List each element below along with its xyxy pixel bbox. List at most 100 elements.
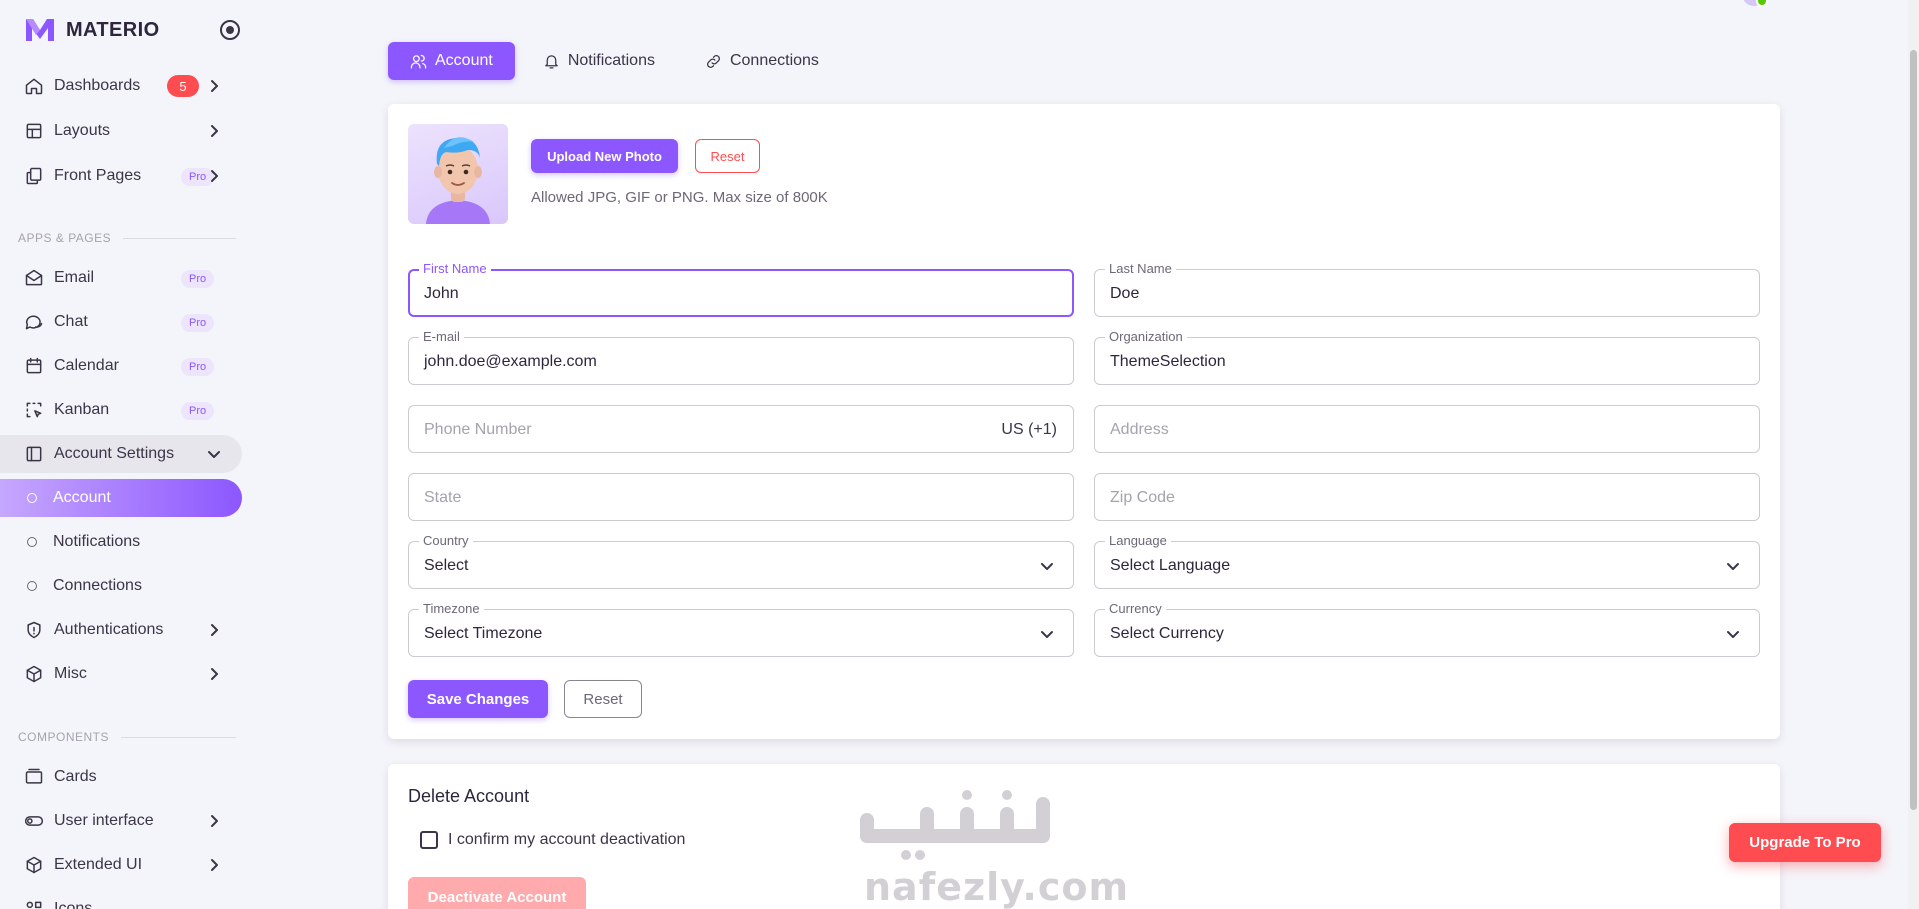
brand-name: MATERIO: [66, 18, 160, 41]
field-label: Organization: [1105, 330, 1187, 344]
save-changes-button[interactable]: Save Changes: [408, 680, 548, 718]
sidebar-item-account-settings[interactable]: Account Settings: [0, 435, 242, 473]
sidebar-item-cards[interactable]: Cards: [0, 758, 242, 796]
sidebar-item-dashboards[interactable]: Dashboards 5: [0, 67, 242, 105]
sidebar-item-label: Authentications: [54, 621, 164, 638]
phone-input[interactable]: [424, 421, 1024, 439]
pages-icon: [24, 166, 44, 186]
sidebar-item-label: Extended UI: [54, 856, 143, 873]
chevron-right-icon: [206, 666, 222, 682]
field-label: Timezone: [419, 602, 484, 616]
sidebar-item-label: Email: [54, 269, 95, 286]
circle-icon: [27, 493, 37, 503]
reset-photo-button[interactable]: Reset: [695, 139, 760, 173]
sidebar-item-chat[interactable]: Chat Pro: [0, 303, 242, 341]
sidebar-item-label: Kanban: [54, 401, 110, 418]
delete-account-title: Delete Account: [408, 786, 530, 806]
pro-badge: Pro: [181, 402, 215, 420]
section-title-components: COMPONENTS: [18, 730, 236, 744]
sidebar-item-calendar[interactable]: Calendar Pro: [0, 347, 242, 385]
sidebar-item-label: Calendar: [54, 357, 119, 374]
home-icon: [24, 76, 44, 96]
chevron-right-icon: [206, 622, 222, 638]
box-icon: [24, 855, 44, 875]
address-field[interactable]: [1094, 405, 1760, 453]
tab-connections[interactable]: Connections: [683, 42, 841, 80]
phone-country-code: US (+1): [1001, 421, 1057, 438]
pro-badge: Pro: [181, 314, 215, 332]
watermark-text: nafezly.com: [864, 865, 1130, 909]
sidebar-item-label: Icons: [54, 900, 93, 909]
email-value: john.doe@example.com: [424, 353, 597, 370]
account-settings-icon: [24, 444, 44, 464]
sidebar-pin-icon[interactable]: [220, 20, 240, 40]
chevron-right-icon: [206, 857, 222, 873]
nafezly-logo-mark: [860, 790, 1050, 860]
scrollbar-thumb[interactable]: [1910, 50, 1917, 810]
cube-icon: [24, 664, 44, 684]
upload-hint: Allowed JPG, GIF or PNG. Max size of 800…: [531, 189, 828, 206]
last-name-field[interactable]: Last Name Doe: [1094, 262, 1760, 317]
zip-code-field[interactable]: [1094, 473, 1760, 521]
account-tabs: Account Notifications Connections: [388, 42, 847, 80]
timezone-select[interactable]: Timezone Select Timezone: [408, 602, 1074, 657]
sidebar-subitem-notifications[interactable]: Notifications: [0, 523, 242, 561]
sidebar-item-label: Connections: [53, 577, 142, 594]
currency-select[interactable]: Currency Select Currency: [1094, 602, 1760, 657]
brand[interactable]: MATERIO: [24, 14, 160, 46]
first-name-field[interactable]: First Name John: [408, 262, 1074, 317]
confirm-deactivation-label: I confirm my account deactivation: [448, 831, 686, 848]
sidebar-item-misc[interactable]: Misc: [0, 655, 242, 693]
chevron-right-icon: [206, 123, 222, 139]
language-select[interactable]: Language Select Language: [1094, 534, 1760, 589]
country-value: Select: [424, 557, 469, 574]
email-field[interactable]: E-mail john.doe@example.com: [408, 330, 1074, 385]
mail-icon: [24, 268, 44, 288]
layout-icon: [24, 121, 44, 141]
section-title-apps: APPS & PAGES: [18, 231, 236, 245]
country-select[interactable]: Country Select: [408, 534, 1074, 589]
toggle-icon: [24, 811, 44, 831]
confirm-deactivation-row[interactable]: I confirm my account deactivation: [420, 831, 685, 849]
tab-notifications[interactable]: Notifications: [521, 42, 677, 80]
page-scrollbar[interactable]: [1908, 0, 1919, 909]
sidebar-subitem-connections[interactable]: Connections: [0, 567, 242, 605]
address-input[interactable]: [1110, 421, 1710, 439]
sidebar-subitem-account[interactable]: Account: [0, 479, 242, 517]
chat-icon: [24, 312, 44, 332]
materio-logo-icon: [26, 19, 54, 41]
chevron-right-icon: [206, 813, 222, 829]
calendar-icon: [24, 356, 44, 376]
tab-account[interactable]: Account: [388, 42, 515, 80]
upload-photo-button[interactable]: Upload New Photo: [531, 139, 678, 173]
organization-field[interactable]: Organization ThemeSelection: [1094, 330, 1760, 385]
sidebar-item-email[interactable]: Email Pro: [0, 259, 242, 297]
sidebar-item-authentications[interactable]: Authentications: [0, 611, 242, 649]
shield-icon: [24, 620, 44, 640]
sidebar-item-front-pages[interactable]: Front Pages Pro: [0, 157, 242, 195]
user-avatar[interactable]: [1742, 0, 1768, 7]
field-label: Last Name: [1105, 262, 1176, 276]
language-value: Select Language: [1110, 557, 1231, 574]
deactivate-account-button[interactable]: Deactivate Account: [408, 877, 586, 909]
currency-value: Select Currency: [1110, 625, 1224, 642]
reset-form-button[interactable]: Reset: [564, 680, 642, 718]
sidebar: MATERIO Dashboards 5 Layouts Front Pages…: [0, 0, 244, 909]
last-name-value: Doe: [1110, 285, 1140, 302]
upgrade-to-pro-button[interactable]: Upgrade To Pro: [1729, 823, 1881, 862]
sidebar-item-extended-ui[interactable]: Extended UI: [0, 846, 242, 884]
zip-code-input[interactable]: [1110, 489, 1710, 507]
phone-field[interactable]: US (+1): [408, 405, 1074, 453]
tab-label: Notifications: [567, 52, 655, 69]
state-input[interactable]: [424, 489, 1024, 507]
chevron-right-icon: [206, 78, 222, 94]
field-label: Language: [1105, 534, 1171, 548]
sidebar-item-layouts[interactable]: Layouts: [0, 112, 242, 150]
sidebar-item-kanban[interactable]: Kanban Pro: [0, 391, 242, 429]
state-field[interactable]: [408, 473, 1074, 521]
sidebar-item-label: User interface: [54, 812, 154, 829]
confirm-deactivation-checkbox[interactable]: [420, 831, 438, 849]
sidebar-item-icons[interactable]: Icons: [0, 890, 242, 909]
sidebar-item-user-interface[interactable]: User interface: [0, 802, 242, 840]
chevron-down-icon: [206, 446, 222, 462]
